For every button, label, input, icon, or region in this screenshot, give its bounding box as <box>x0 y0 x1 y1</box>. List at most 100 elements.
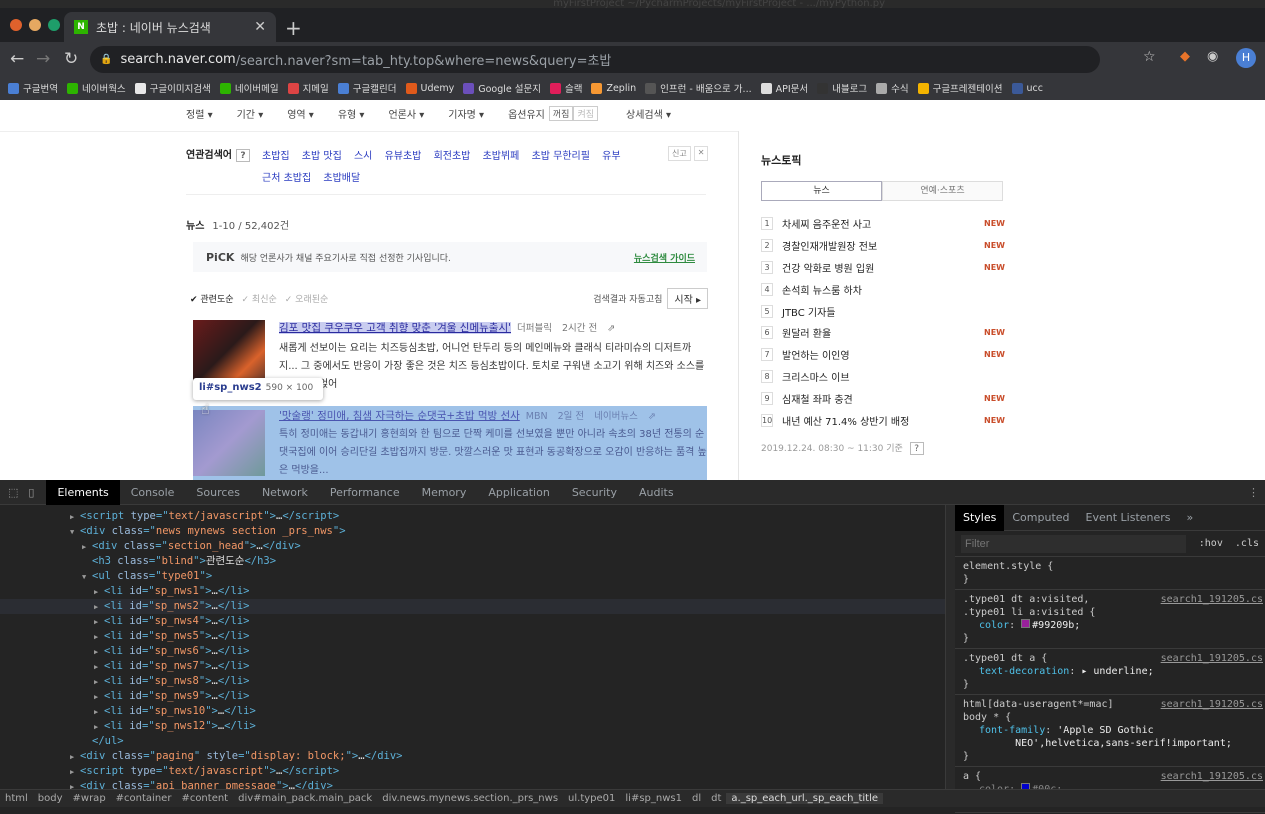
css-source-link[interactable]: search1_191205.cs <box>1161 652 1263 665</box>
hover-state-toggle[interactable]: :hov <box>1199 538 1223 549</box>
css-property[interactable]: text-decoration: ▸ underline; <box>963 665 1257 678</box>
more-options-icon[interactable]: ⋮ <box>1248 486 1265 499</box>
help-button[interactable]: ? <box>236 149 250 162</box>
styles-tab[interactable]: Styles <box>955 504 1005 531</box>
devtools-tab-memory[interactable]: Memory <box>411 480 478 505</box>
topic-text[interactable]: 크리스마스 이브 <box>782 369 850 384</box>
dom-node[interactable]: ▼ <ul class="type01"> <box>0 569 945 584</box>
expand-arrow-icon[interactable]: ▶ <box>94 585 104 600</box>
bookmark-item[interactable]: 슬랙 <box>549 81 582 95</box>
topic-item[interactable]: 7 발언하는 이인영 NEW <box>761 344 1005 366</box>
article-title-link[interactable]: '맛술랭' 정미애, 침샘 자극하는 순댓국+초밥 먹방 선사 <box>279 410 520 422</box>
topic-text[interactable]: 원달러 환율 <box>782 325 831 340</box>
filter-sort[interactable]: 정렬 ▾ <box>186 106 213 121</box>
breadcrumb-item[interactable]: a._sp_each_url._sp_each_title <box>726 793 884 804</box>
filter-type[interactable]: 유형 ▾ <box>338 106 365 121</box>
forward-icon[interactable]: → <box>36 49 50 69</box>
dom-node[interactable]: ▶ <li id="sp_nws2">…</li> <box>0 599 945 614</box>
article-press[interactable]: MBN <box>526 411 548 422</box>
dom-node[interactable]: ▶ <li id="sp_nws1">…</li> <box>0 584 945 599</box>
reload-icon[interactable]: ↻ <box>64 49 78 69</box>
topic-text[interactable]: 손석희 뉴스룸 하차 <box>782 282 862 297</box>
css-source-link[interactable]: search1_191205.cs <box>1161 698 1263 711</box>
share-icon[interactable]: ⇗ <box>648 411 656 422</box>
expand-arrow-icon[interactable]: ▶ <box>94 675 104 690</box>
dom-node[interactable]: ▶ <li id="sp_nws5">…</li> <box>0 629 945 644</box>
maximize-window-button[interactable] <box>48 19 60 31</box>
expand-arrow-icon[interactable]: ▶ <box>70 750 80 765</box>
topic-text[interactable]: 경찰인재개발원장 전보 <box>782 238 877 253</box>
devtools-tab-elements[interactable]: Elements <box>46 479 120 505</box>
help-button[interactable]: ? <box>909 441 924 455</box>
breadcrumb-item[interactable]: #content <box>176 793 233 804</box>
extension-icon[interactable]: ◉ <box>1207 49 1218 64</box>
topic-item[interactable]: 10 내년 예산 71.4% 상반기 배정 NEW <box>761 409 1005 431</box>
bookmark-item[interactable]: 수식 <box>876 81 909 95</box>
expand-arrow-icon[interactable]: ▶ <box>94 660 104 675</box>
dom-node[interactable]: ▶ <script type="text/javascript">…</scrip… <box>0 509 945 524</box>
related-search-link[interactable]: 초밥집 <box>262 151 290 162</box>
topic-text[interactable]: 차세찌 음주운전 사고 <box>782 216 871 231</box>
dom-tree[interactable]: ▶ <script type="text/javascript">…</scrip… <box>0 509 945 792</box>
css-property[interactable]: font-family: 'Apple SD Gothic NEO',helve… <box>963 724 1257 750</box>
devtools-tab-application[interactable]: Application <box>477 480 560 505</box>
bookmark-item[interactable]: 구글프레젠테이션 <box>917 81 1003 95</box>
topic-item[interactable]: 6 원달러 환율 NEW <box>761 322 1005 344</box>
article-thumbnail[interactable] <box>193 410 265 476</box>
expand-arrow-icon[interactable]: ▼ <box>70 525 80 540</box>
topic-item[interactable]: 3 건강 악화로 병원 입원 NEW <box>761 257 1005 279</box>
related-search-link[interactable]: 스시 <box>354 151 372 162</box>
expand-arrow-icon[interactable]: ▶ <box>94 630 104 645</box>
panel-splitter[interactable] <box>945 505 955 789</box>
bookmark-item[interactable]: 지메일 <box>287 81 329 95</box>
bookmark-item[interactable]: 네이버메일 <box>219 81 279 95</box>
devtools-tab-performance[interactable]: Performance <box>319 480 411 505</box>
topic-item[interactable]: 5 JTBC 기자들 <box>761 300 1005 322</box>
expand-arrow-icon[interactable]: ▼ <box>82 570 92 585</box>
dom-node[interactable]: ▶ <script type="text/javascript">…</scrip… <box>0 764 945 779</box>
browser-tab[interactable]: N 초밥 : 네이버 뉴스검색 ✕ <box>64 12 276 42</box>
sort-latest[interactable]: ✓ 최신순 <box>242 292 277 305</box>
devtools-tab-sources[interactable]: Sources <box>185 480 251 505</box>
dom-node[interactable]: <h3 class="blind">관련도순</h3> <box>0 554 945 569</box>
bookmark-item[interactable]: Udemy <box>405 82 454 94</box>
address-input[interactable]: 🔒 search.naver.com/search.naver?sm=tab_h… <box>90 46 1100 73</box>
auto-refresh-start-button[interactable]: 시작 ▸ <box>667 288 708 309</box>
sort-oldest[interactable]: ✓ 오래된순 <box>285 292 329 305</box>
color-swatch[interactable] <box>1021 619 1031 628</box>
related-search-link[interactable]: 초밥뷔페 <box>483 151 520 162</box>
dom-node[interactable]: ▶ <div class="paging" style="display: blo… <box>0 749 945 764</box>
minimize-window-button[interactable] <box>29 19 41 31</box>
inspect-element-icon[interactable]: ⬚ <box>0 486 26 499</box>
breadcrumb-item[interactable]: html <box>0 793 33 804</box>
back-icon[interactable]: ← <box>10 49 24 69</box>
bookmark-item[interactable]: 내블로그 <box>817 81 867 95</box>
expand-arrow-icon[interactable]: ▶ <box>94 615 104 630</box>
devtools-tab-security[interactable]: Security <box>561 480 628 505</box>
breadcrumb-item[interactable]: #container <box>111 793 177 804</box>
breadcrumb-item[interactable]: ul.type01 <box>563 793 620 804</box>
dom-node[interactable]: ▶ <li id="sp_nws8">…</li> <box>0 674 945 689</box>
filter-period[interactable]: 기간 ▾ <box>237 106 264 121</box>
news-search-guide-link[interactable]: 뉴스검색 가이드 <box>634 251 695 264</box>
related-search-link[interactable]: 초밥배달 <box>323 173 360 184</box>
topic-text[interactable]: 내년 예산 71.4% 상반기 배정 <box>782 413 909 428</box>
topic-text[interactable]: JTBC 기자들 <box>782 304 836 319</box>
filter-area[interactable]: 영역 ▾ <box>287 106 314 121</box>
naver-news-link[interactable]: 네이버뉴스 <box>594 411 638 422</box>
related-search-link[interactable]: 회전초밥 <box>434 151 471 162</box>
dom-node[interactable]: ▼ <div class="news mynews section _prs_nw… <box>0 524 945 539</box>
expand-arrow-icon[interactable]: ▶ <box>82 540 92 555</box>
close-related-button[interactable]: ✕ <box>693 146 709 161</box>
styles-tab[interactable]: Event Listeners <box>1078 505 1179 531</box>
styles-tab[interactable]: Computed <box>1004 505 1077 531</box>
tab-news[interactable]: 뉴스 <box>761 181 882 201</box>
css-source-link[interactable]: search1_191205.cs <box>1161 770 1263 783</box>
filter-reporter[interactable]: 기자명 ▾ <box>448 106 484 121</box>
bookmark-item[interactable]: 네이버웍스 <box>66 81 126 95</box>
close-tab-icon[interactable]: ✕ <box>254 19 266 35</box>
expand-arrow-icon[interactable]: ▶ <box>70 510 80 525</box>
breadcrumb-item[interactable]: div#main_pack.main_pack <box>233 793 377 804</box>
bookmark-item[interactable]: 구글캘린더 <box>337 81 397 95</box>
topic-item[interactable]: 1 차세찌 음주운전 사고 NEW <box>761 213 1005 235</box>
